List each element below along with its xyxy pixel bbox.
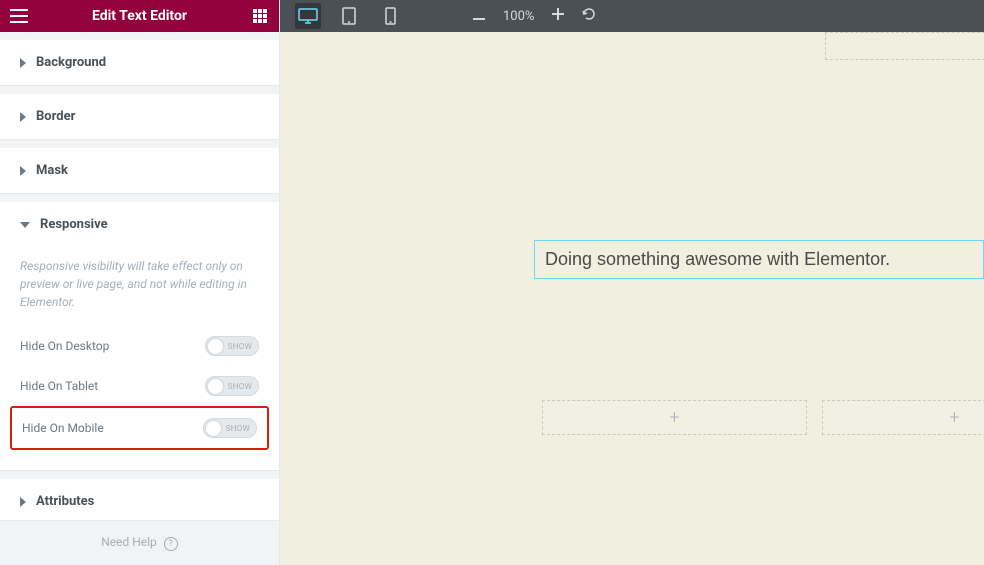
switch-knob: [208, 379, 223, 394]
section-title: Border: [36, 109, 75, 124]
control-hide-tablet: Hide On Tablet SHOW: [20, 366, 259, 406]
plus-icon: +: [669, 407, 679, 428]
panel-title: Edit Text Editor: [10, 8, 269, 24]
section-title: Attributes: [36, 494, 94, 509]
panel-footer[interactable]: Need Help ?: [0, 520, 279, 565]
responsive-note: Responsive visibility will take effect o…: [20, 257, 259, 311]
help-icon: ?: [164, 537, 178, 551]
switch-hide-tablet[interactable]: SHOW: [205, 376, 259, 396]
device-tablet-button[interactable]: [336, 3, 362, 29]
add-section-left[interactable]: +: [542, 400, 807, 435]
control-hide-mobile: Hide On Mobile SHOW: [22, 408, 257, 448]
control-label: Hide On Desktop: [20, 339, 109, 353]
caret-right-icon: [20, 166, 26, 176]
help-link-text: Need Help: [101, 535, 157, 549]
panel-body: Background Border Mask: [0, 32, 279, 520]
caret-right-icon: [20, 58, 26, 68]
section-header-attributes[interactable]: Attributes: [0, 479, 279, 520]
caret-right-icon: [20, 497, 26, 507]
plus-icon: +: [949, 407, 959, 428]
section-header-background[interactable]: Background: [0, 40, 279, 85]
device-mobile-button[interactable]: [377, 3, 403, 29]
control-label: Hide On Tablet: [20, 379, 98, 393]
zoom-out-button[interactable]: [473, 9, 485, 24]
editor-panel: Edit Text Editor Background Border: [0, 0, 280, 565]
switch-hide-mobile[interactable]: SHOW: [203, 418, 257, 438]
main-area: 100% Doing something awesome with Elemen…: [280, 0, 984, 565]
section-title: Responsive: [40, 217, 108, 232]
zoom-in-button[interactable]: [552, 8, 564, 24]
zoom-controls: 100%: [473, 7, 596, 25]
section-title: Mask: [36, 163, 68, 178]
section-header-responsive[interactable]: Responsive: [0, 202, 279, 247]
section-border: Border: [0, 94, 279, 140]
zoom-level: 100%: [503, 9, 534, 24]
section-header-mask[interactable]: Mask: [0, 148, 279, 193]
control-hide-desktop: Hide On Desktop SHOW: [20, 326, 259, 366]
panel-header: Edit Text Editor: [0, 0, 279, 32]
section-mask: Mask: [0, 148, 279, 194]
widgets-button[interactable]: [251, 7, 269, 25]
menu-button[interactable]: [10, 7, 28, 25]
caret-down-icon: [20, 222, 30, 228]
canvas[interactable]: Doing something awesome with Elementor. …: [280, 32, 984, 565]
section-header-border[interactable]: Border: [0, 94, 279, 139]
caret-right-icon: [20, 112, 26, 122]
switch-text: SHOW: [228, 342, 252, 351]
switch-text: SHOW: [226, 424, 250, 433]
section-background: Background: [0, 40, 279, 86]
switch-knob: [208, 339, 223, 354]
section-body-responsive: Responsive visibility will take effect o…: [0, 247, 279, 470]
text-widget-selected[interactable]: Doing something awesome with Elementor.: [534, 240, 984, 279]
highlighted-control: Hide On Mobile SHOW: [10, 406, 269, 450]
add-section-right[interactable]: +: [822, 400, 984, 435]
device-desktop-button[interactable]: [295, 3, 321, 29]
reset-zoom-button[interactable]: [582, 7, 596, 25]
switch-hide-desktop[interactable]: SHOW: [205, 336, 259, 356]
section-responsive: Responsive Responsive visibility will ta…: [0, 202, 279, 471]
switch-knob: [206, 421, 221, 436]
section-title: Background: [36, 55, 106, 70]
section-attributes: Attributes: [0, 479, 279, 520]
responsive-topbar: 100%: [280, 0, 984, 32]
switch-text: SHOW: [228, 382, 252, 391]
control-label: Hide On Mobile: [22, 421, 104, 435]
empty-section-placeholder[interactable]: [825, 32, 984, 60]
